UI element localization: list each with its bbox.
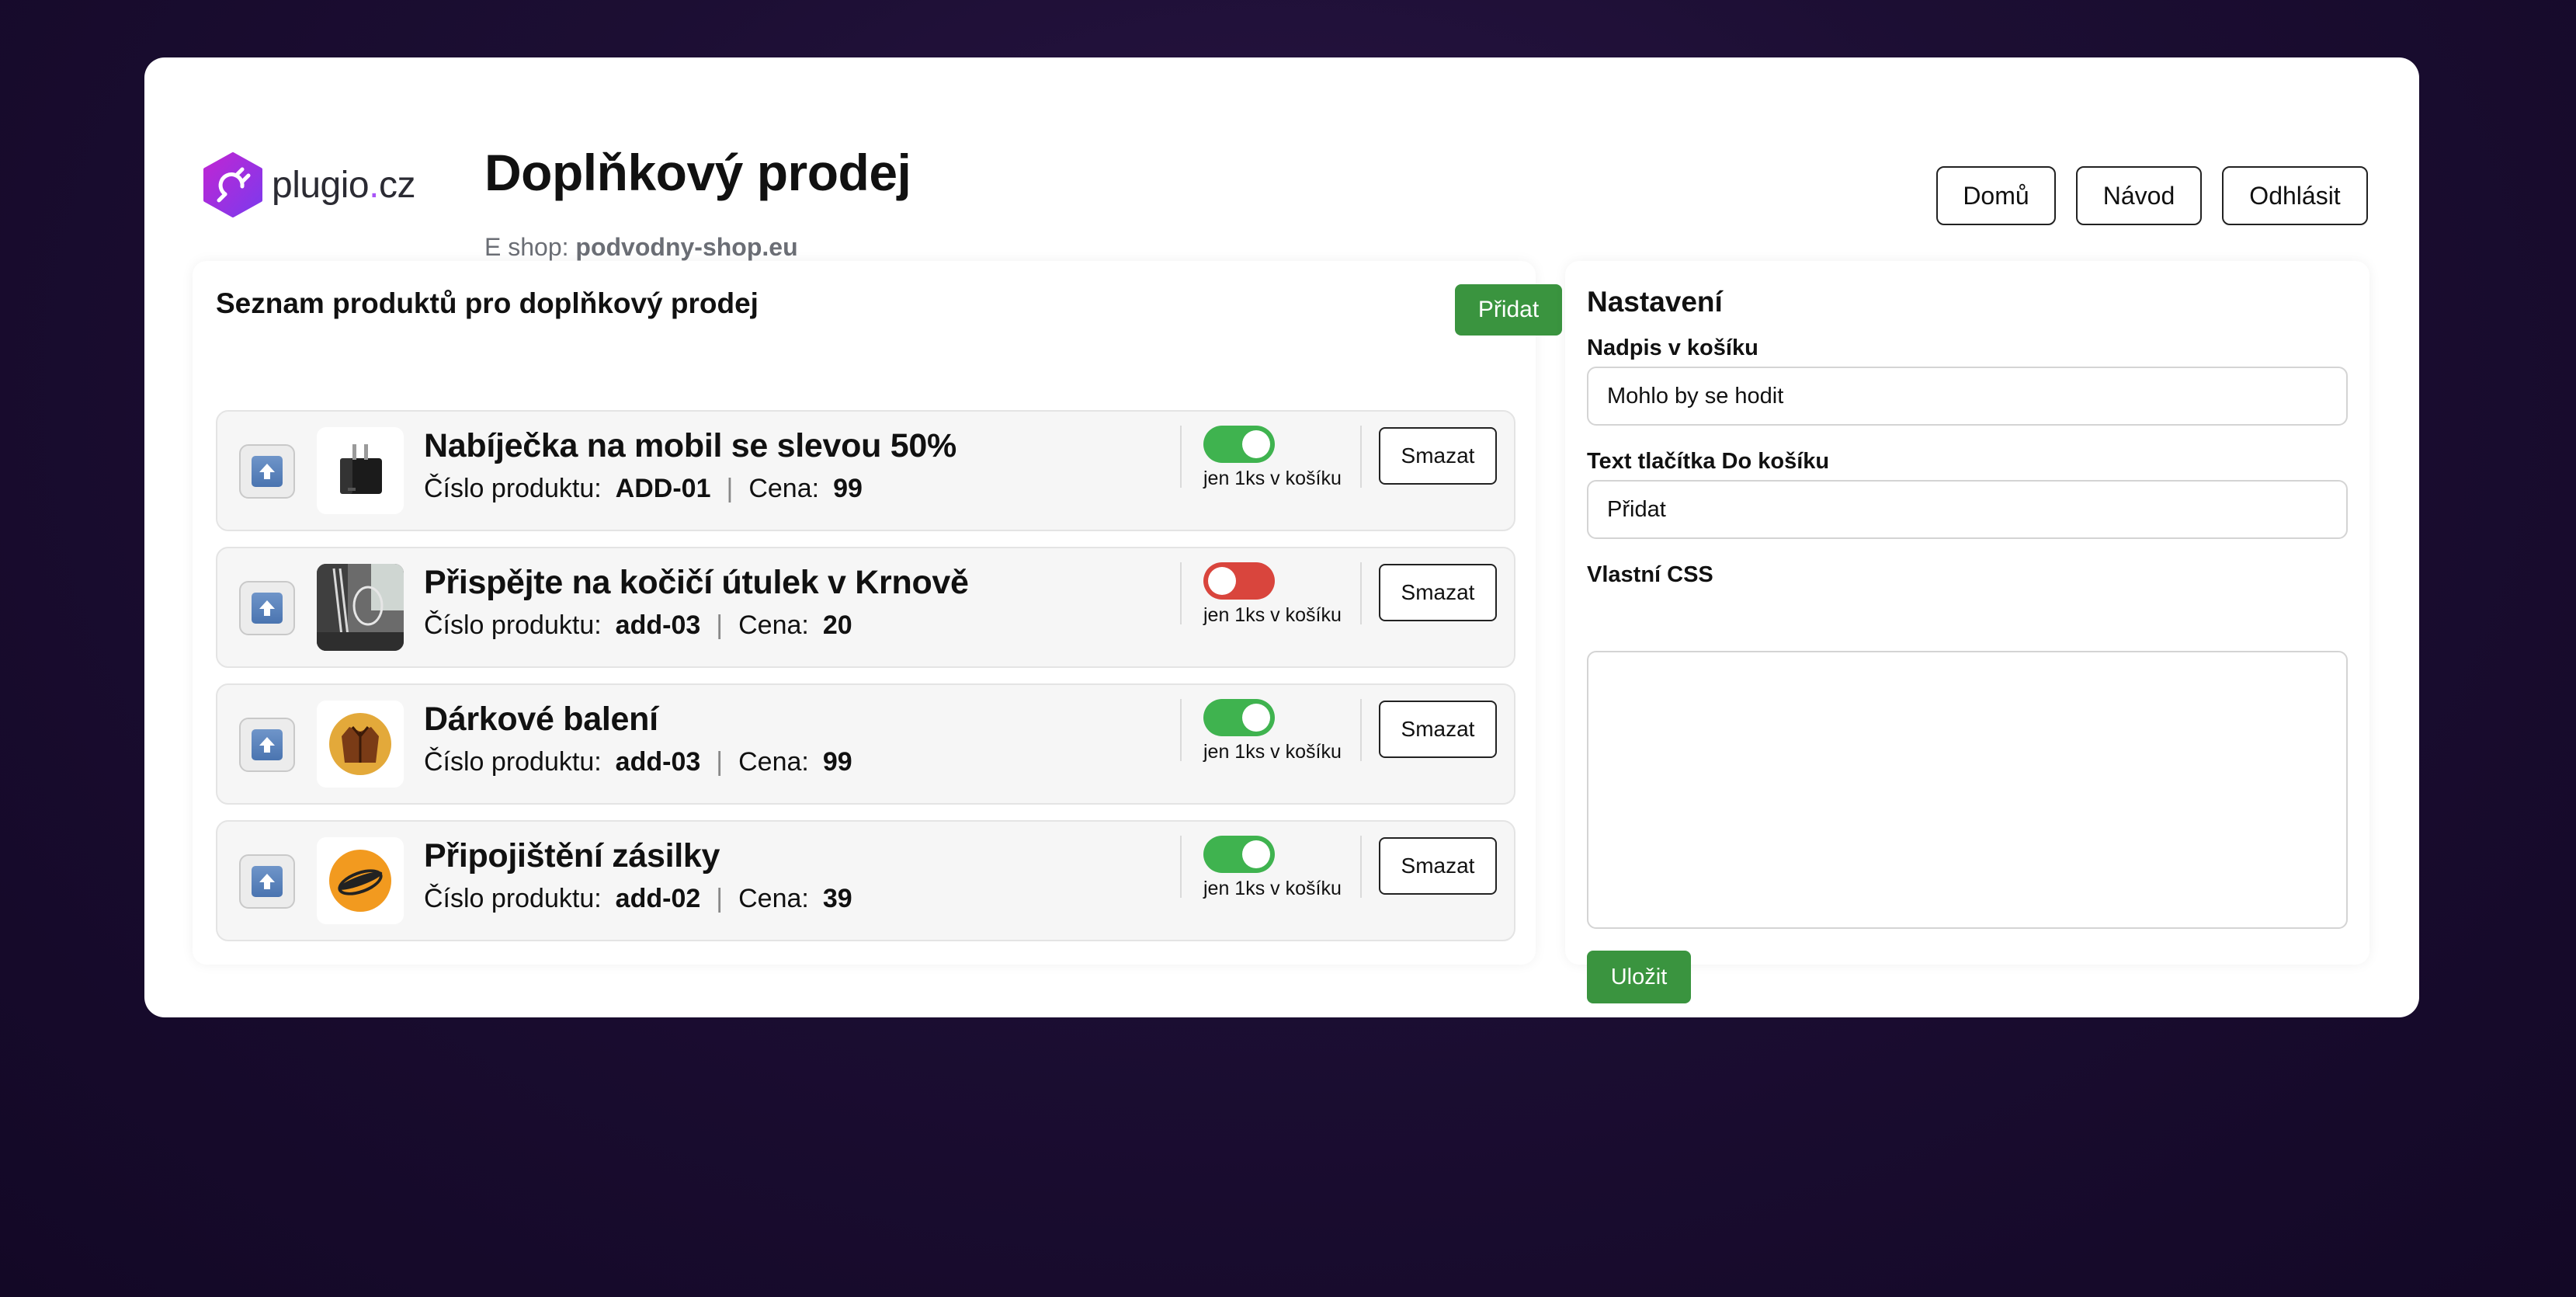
up-arrow-icon — [252, 866, 283, 897]
cart-heading-input[interactable]: Mohlo by se hodit — [1587, 367, 2348, 426]
divider — [1180, 699, 1182, 761]
product-code: add-03 — [615, 610, 701, 640]
cart-heading-label: Nadpis v košíku — [1587, 336, 1758, 360]
product-row: Nabíječka na mobil se slevou 50% Číslo p… — [216, 410, 1515, 531]
jacket-icon — [329, 713, 391, 775]
plugio-logo-icon — [203, 152, 262, 217]
product-price: 20 — [822, 610, 852, 640]
page-title: Doplňkový prodej — [484, 144, 911, 201]
add-product-button[interactable]: Přidat — [1455, 284, 1562, 336]
settings-panel: Nastavení Nadpis v košíku Mohlo by se ho… — [1565, 261, 2369, 1003]
product-list-heading: Seznam produktů pro doplňkový prodej — [216, 287, 759, 319]
product-code: add-02 — [615, 884, 701, 913]
product-meta: Číslo produktu: add-02 | Cena: 39 — [424, 884, 852, 913]
plugio-logo[interactable]: plugio.cz — [202, 152, 415, 217]
divider — [1360, 426, 1362, 488]
move-up-button[interactable] — [239, 581, 295, 635]
up-arrow-icon — [252, 456, 283, 487]
delete-button[interactable]: Smazat — [1379, 564, 1497, 621]
eshop-info: E shop: podvodny-shop.eu — [484, 233, 798, 261]
up-arrow-icon — [252, 729, 283, 760]
logout-button[interactable]: Odhlásit — [2222, 166, 2368, 225]
toggle-label: jen 1ks v košíku — [1203, 468, 1342, 489]
main-card: plugio.cz Doplňkový prodej E shop: podvo… — [144, 57, 2419, 1017]
product-thumbnail — [317, 564, 404, 651]
logo-text: plugio.cz — [272, 164, 415, 206]
product-thumbnail — [317, 837, 404, 924]
move-up-button[interactable] — [239, 718, 295, 772]
product-meta: Číslo produktu: add-03 | Cena: 20 — [424, 610, 852, 640]
product-list-panel: Seznam produktů pro doplňkový prodej Při… — [193, 261, 1562, 965]
divider — [1180, 562, 1182, 624]
delete-button[interactable]: Smazat — [1379, 837, 1497, 895]
product-thumbnail — [317, 427, 404, 514]
divider — [1180, 426, 1182, 488]
product-code: add-03 — [615, 747, 701, 777]
product-name: Připojištění zásilky — [424, 837, 720, 875]
custom-css-label: Vlastní CSS — [1587, 562, 1713, 587]
product-row: Připojištění zásilky Číslo produktu: add… — [216, 820, 1515, 941]
single-only-toggle[interactable] — [1203, 699, 1275, 736]
product-meta: Číslo produktu: add-03 | Cena: 99 — [424, 747, 852, 777]
divider — [1360, 699, 1362, 761]
product-row: Dárkové balení Číslo produktu: add-03 | … — [216, 683, 1515, 805]
up-arrow-icon — [252, 593, 283, 624]
product-price: 99 — [822, 747, 852, 777]
product-name: Přispějte na kočičí útulek v Krnově — [424, 564, 969, 601]
shelter-photo — [317, 564, 404, 651]
toggle-label: jen 1ks v košíku — [1203, 741, 1342, 763]
delete-button[interactable]: Smazat — [1379, 701, 1497, 758]
settings-heading: Nastavení — [1587, 286, 1723, 318]
save-button[interactable]: Uložit — [1587, 951, 1691, 1003]
product-name: Dárkové balení — [424, 701, 658, 738]
product-row: Přispějte na kočičí útulek v Krnově Čísl… — [216, 547, 1515, 668]
toggle-label: jen 1ks v košíku — [1203, 878, 1342, 899]
product-price: 99 — [833, 474, 863, 503]
product-code: ADD-01 — [615, 474, 711, 503]
custom-css-textarea[interactable] — [1587, 651, 2348, 929]
single-only-toggle[interactable] — [1203, 836, 1275, 873]
home-button[interactable]: Domů — [1936, 166, 2056, 225]
product-price: 39 — [822, 884, 852, 913]
move-up-button[interactable] — [239, 444, 295, 499]
guide-button[interactable]: Návod — [2076, 166, 2202, 225]
divider — [1360, 562, 1362, 624]
product-thumbnail — [317, 701, 404, 788]
hotdog-icon — [329, 850, 391, 912]
charger-icon — [340, 444, 382, 494]
product-meta: Číslo produktu: ADD-01 | Cena: 99 — [424, 474, 863, 503]
toggle-label: jen 1ks v košíku — [1203, 604, 1342, 626]
button-text-label: Text tlačítka Do košíku — [1587, 449, 1830, 474]
top-nav: Domů Návod Odhlásit — [1936, 166, 2368, 225]
move-up-button[interactable] — [239, 854, 295, 909]
button-text-input[interactable]: Přidat — [1587, 480, 2348, 539]
delete-button[interactable]: Smazat — [1379, 427, 1497, 485]
divider — [1180, 836, 1182, 898]
divider — [1360, 836, 1362, 898]
eshop-name: podvodny-shop.eu — [575, 233, 798, 261]
product-name: Nabíječka na mobil se slevou 50% — [424, 427, 956, 464]
single-only-toggle[interactable] — [1203, 562, 1275, 600]
single-only-toggle[interactable] — [1203, 426, 1275, 463]
